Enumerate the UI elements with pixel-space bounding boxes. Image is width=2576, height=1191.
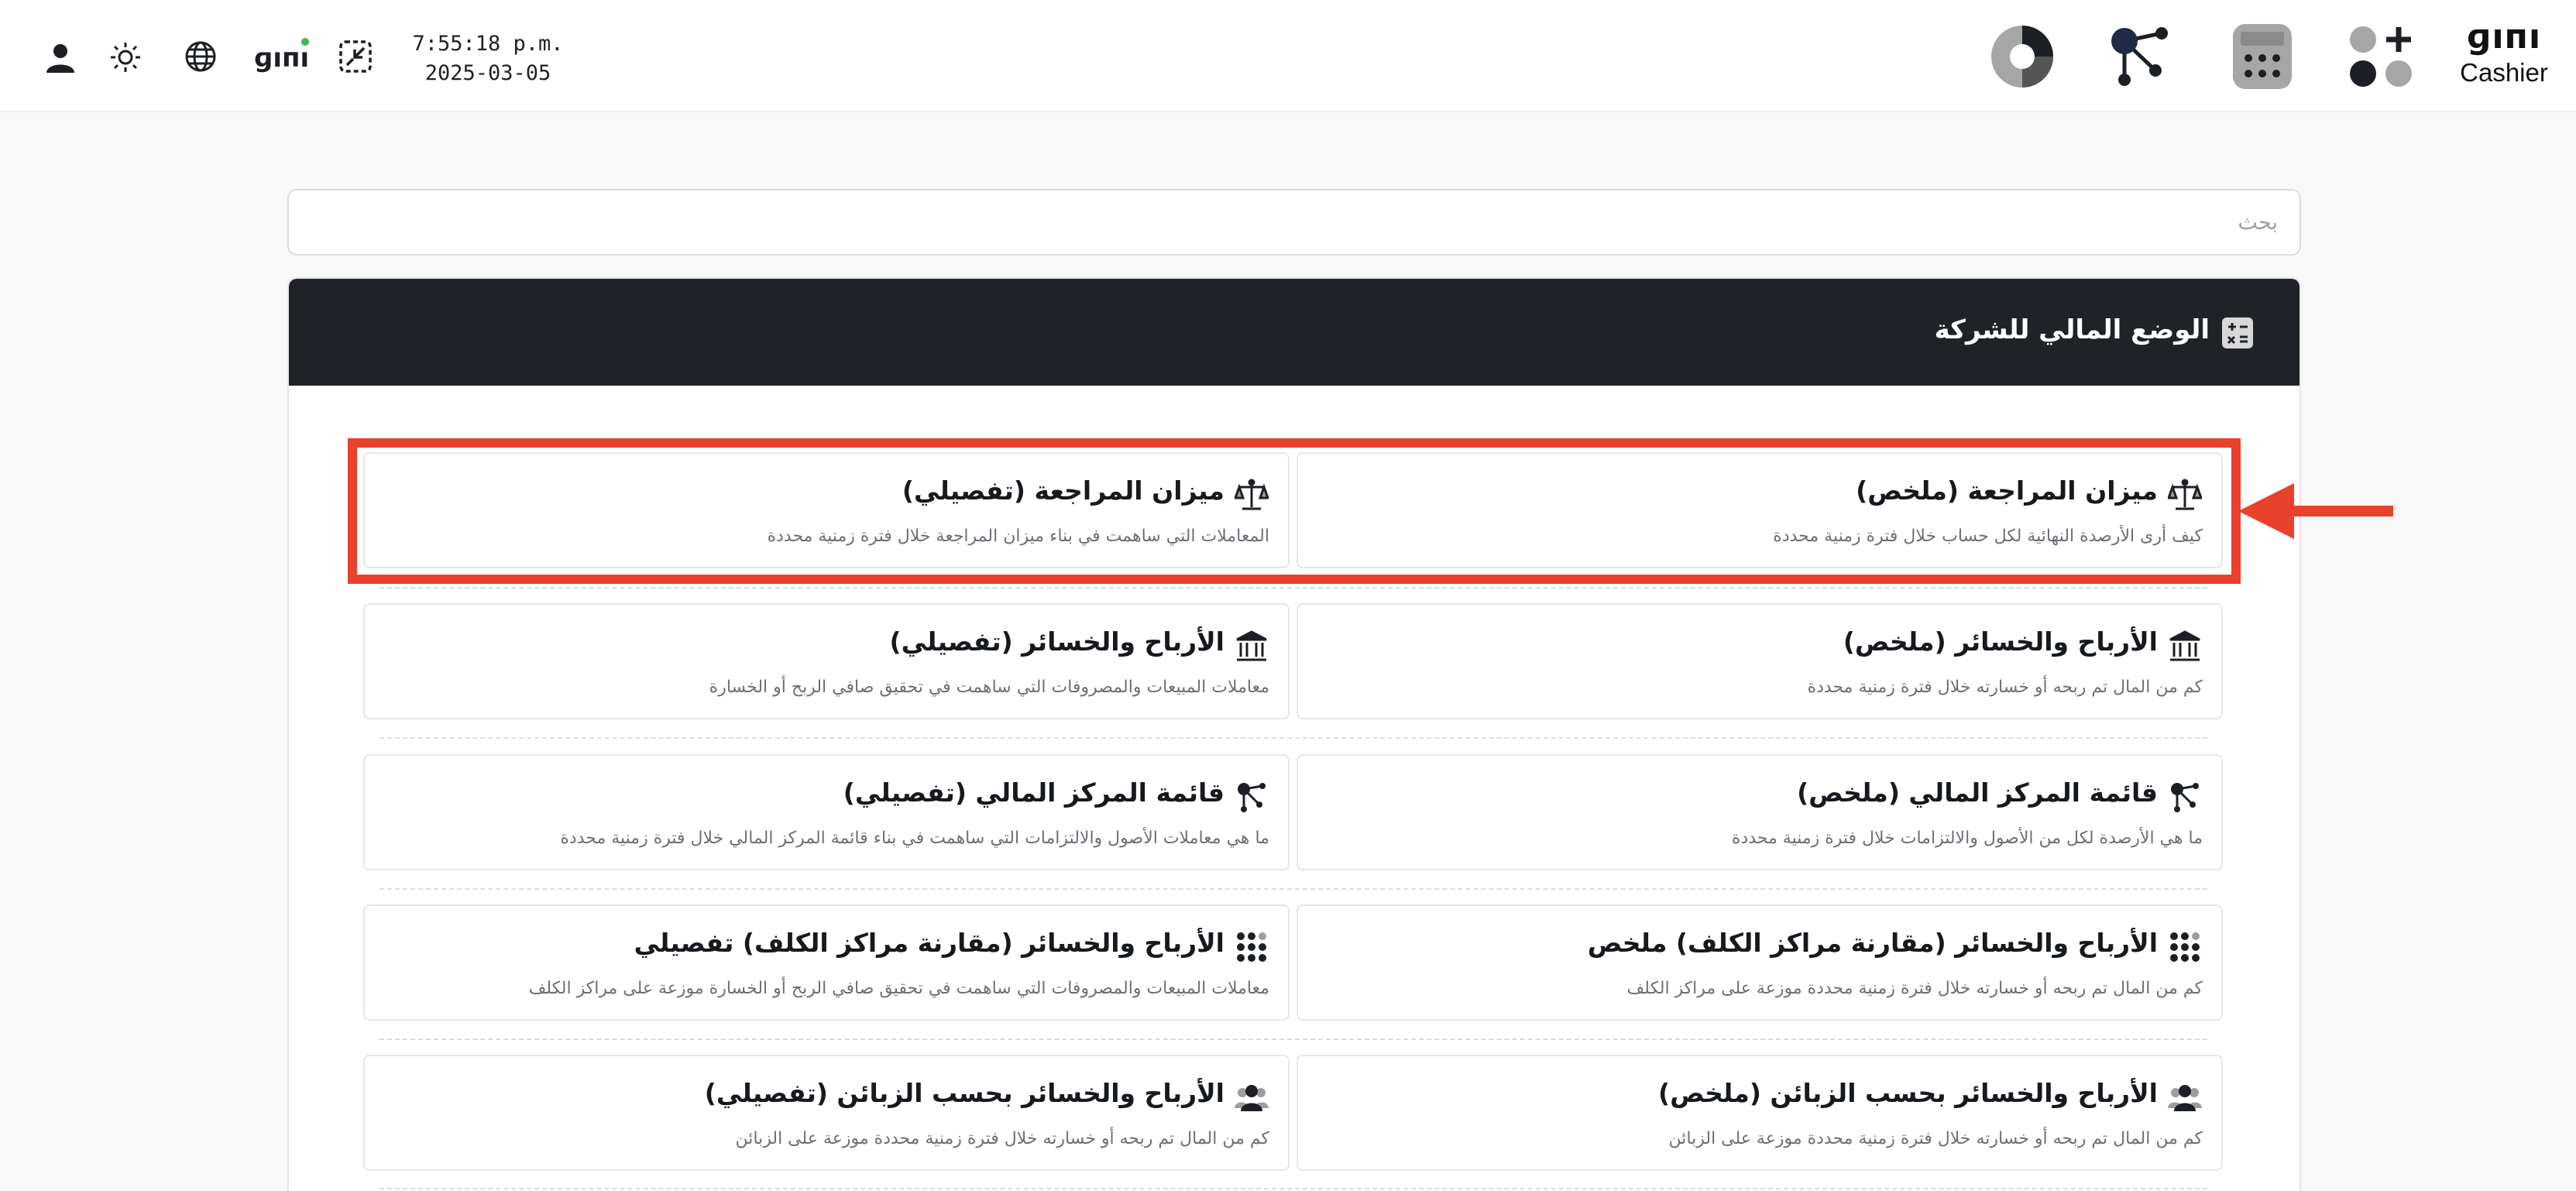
report-title: الأرباح والخسائر (تفصيلي) [889,626,1224,657]
report-card[interactable]: قائمة المركز المالي (ملخص) ما هي الأرصدة… [1297,754,2223,870]
scale-icon [1234,477,1269,513]
report-title: الأرباح والخسائر (مقارنة مراكز الكلف) تف… [634,928,1224,958]
report-card[interactable]: الأرباح والخسائر (تفصيلي) معاملات المبيع… [363,603,1290,719]
brand-name: Cashier [2460,58,2548,87]
report-card[interactable]: الأرباح والخسائر (ملخص) كم من المال تم ر… [1297,603,2223,719]
sun-icon[interactable] [107,39,144,76]
svg-text:ɡıпı: ɡıпı [254,43,309,74]
brand-logo[interactable]: ɡıпı Cashier [2454,17,2554,94]
report-card[interactable]: ميزان المراجعة (تفصيلي) المعاملات التي س… [363,452,1290,568]
report-title: الأرباح والخسائر (ملخص) [1843,626,2158,657]
calculator-icon [2222,317,2253,348]
report-description: معاملات المبيعات والمصروفات التي ساهمت ف… [528,979,1269,998]
row-divider [380,737,2207,739]
apps-add-icon[interactable] [2345,20,2418,93]
dots-grid-icon [2167,929,2203,965]
top-bar: ɡıпı 7:55:18 p.m. 2025-03-05 ɡıпı Cashie… [0,0,2576,112]
pie-chart-icon[interactable] [1986,20,2059,93]
report-description: كم من المال تم ربحه أو خسارته خلال فترة … [1626,979,2203,998]
report-title: قائمة المركز المالي (تفصيلي) [843,777,1224,808]
bank-icon [1234,628,1269,664]
bank-icon [2167,628,2203,664]
customers-icon [1234,1079,1269,1115]
search-input[interactable] [287,189,2301,256]
scale-icon [2167,477,2203,513]
report-card[interactable]: قائمة المركز المالي (تفصيلي) ما هي معامل… [363,754,1290,870]
customers-icon [2167,1079,2203,1115]
clock: 7:55:18 p.m. 2025-03-05 [410,29,565,88]
nodes-icon [1234,779,1269,815]
report-description: ما هي الأرصدة لكل من الأصول والالتزامات … [1731,829,2203,848]
report-title: الأرباح والخسائر (مقارنة مراكز الكلف) مل… [1587,928,2158,958]
row-divider [380,1188,2207,1189]
report-description: كم من المال تم ربحه أو خسارته خلال فترة … [1807,678,2203,697]
report-description: كيف أرى الأرصدة النهائية لكل حساب خلال ف… [1773,527,2203,546]
collapse-icon[interactable] [336,37,375,76]
row-divider [380,1038,2207,1040]
report-description: ما هي معاملات الأصول والالتزامات التي سا… [560,829,1269,848]
clock-date: 2025-03-05 [424,61,551,85]
report-description: المعاملات التي ساهمت في بناء ميزان المرا… [767,527,1269,546]
panel-title: الوضع المالي للشركة [1934,314,2210,345]
report-description: كم من المال تم ربحه أو خسارته خلال فترة … [735,1129,1269,1148]
report-card[interactable]: ميزان المراجعة (ملخص) كيف أرى الأرصدة ال… [1297,452,2223,568]
nodes-icon [2167,779,2203,815]
report-title: الأرباح والخسائر بحسب الزبائن (ملخص) [1658,1078,2158,1108]
report-title: الأرباح والخسائر بحسب الزبائن (تفصيلي) [704,1078,1224,1108]
user-icon[interactable] [42,39,79,76]
globe-icon[interactable] [181,37,220,76]
report-title: ميزان المراجعة (تفصيلي) [902,475,1224,506]
gini-logo-icon[interactable]: ɡıпı [252,34,310,76]
financial-status-panel: الوضع المالي للشركة [287,277,2301,1191]
row-divider [380,587,2207,589]
report-card[interactable]: الأرباح والخسائر (مقارنة مراكز الكلف) مل… [1297,904,2223,1021]
clock-time: 7:55:18 p.m. [412,32,564,56]
report-card[interactable]: الأرباح والخسائر بحسب الزبائن (تفصيلي) ك… [363,1055,1290,1171]
panel-header: الوضع المالي للشركة [289,279,2300,386]
report-description: معاملات المبيعات والمصروفات التي ساهمت ف… [709,678,1269,697]
dots-grid-icon [1234,929,1269,965]
report-card[interactable]: الأرباح والخسائر بحسب الزبائن (ملخص) كم … [1297,1055,2223,1171]
report-title: قائمة المركز المالي (ملخص) [1797,777,2158,808]
report-description: كم من المال تم ربحه أو خسارته خلال فترة … [1668,1129,2203,1148]
brand-mark: ɡıпı [2466,17,2542,57]
calculator-icon[interactable] [2226,20,2299,93]
row-divider [380,888,2207,890]
report-card[interactable]: الأرباح والخسائر (مقارنة مراكز الكلف) تف… [363,904,1290,1021]
report-title: ميزان المراجعة (ملخص) [1856,475,2158,506]
graph-nodes-icon[interactable] [2104,20,2176,93]
